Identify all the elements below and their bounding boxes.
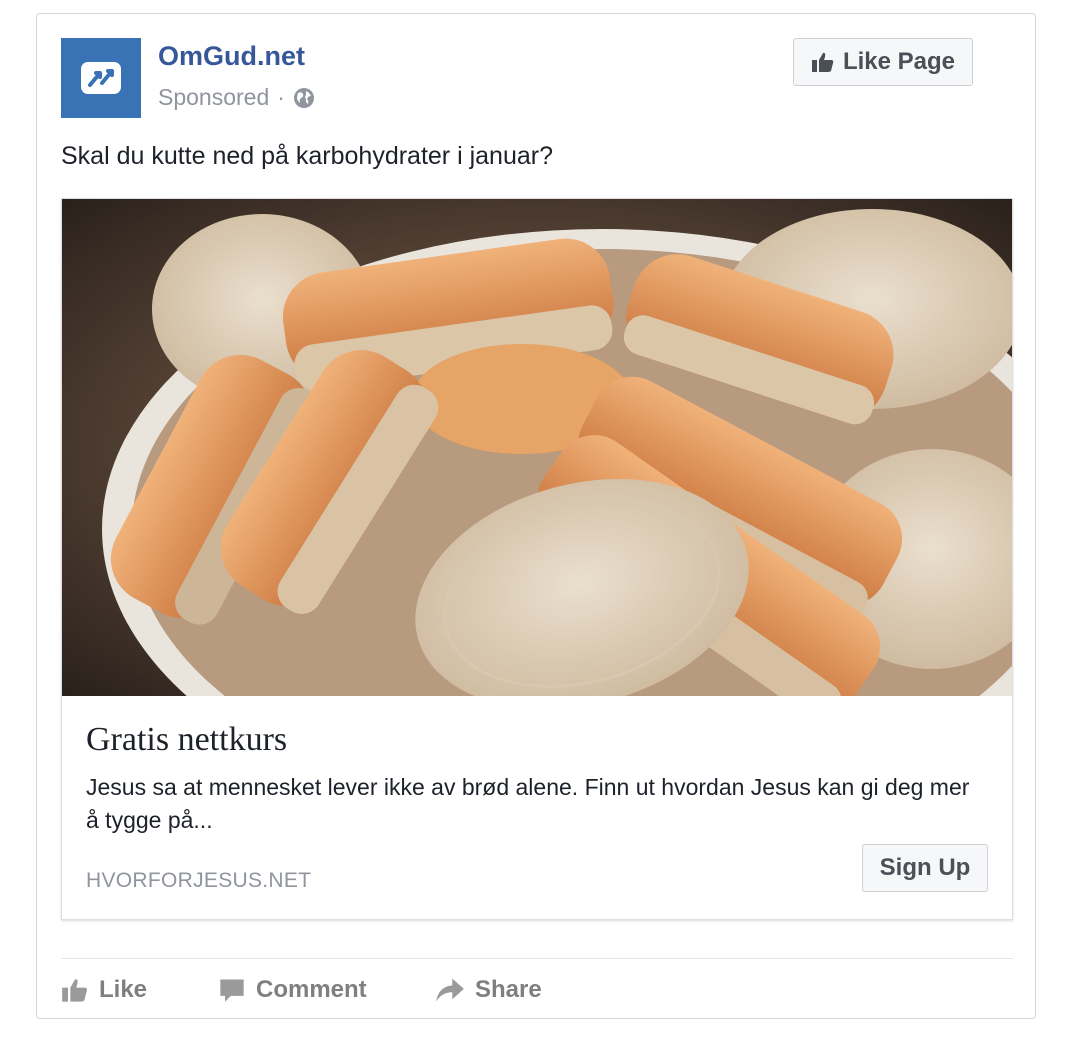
sponsored-post-card: OmGud.net Sponsored · Like Page Skal du … xyxy=(36,13,1036,1019)
link-description: Jesus sa at mennesket lever ikke av brød… xyxy=(86,774,970,833)
like-label: Like xyxy=(99,976,148,1003)
like-button[interactable]: Like xyxy=(61,972,147,1008)
post-meta: Sponsored · xyxy=(158,84,315,111)
bread-slices-photo[interactable] xyxy=(62,199,1012,696)
post-message: Skal du kutte ned på karbohydrater i jan… xyxy=(61,142,553,170)
thumbs-up-icon xyxy=(62,979,88,1002)
actions-divider xyxy=(61,958,1013,959)
comment-label: Comment xyxy=(256,976,367,1003)
like-page-label: Like Page xyxy=(842,48,956,75)
link-title[interactable]: Gratis nettkurs xyxy=(86,721,287,759)
link-attachment[interactable]: Gratis nettkurs Jesus sa at mennesket le… xyxy=(61,198,1013,920)
share-button[interactable]: Share xyxy=(435,972,542,1008)
sign-up-button[interactable]: Sign Up xyxy=(862,844,988,892)
share-arrow-icon xyxy=(436,978,464,1002)
meta-separator: · xyxy=(277,84,285,110)
thumbs-up-icon xyxy=(811,52,834,72)
page-avatar[interactable] xyxy=(61,38,141,118)
arrows-logo-icon xyxy=(81,62,121,94)
page-name-link[interactable]: OmGud.net xyxy=(158,41,305,72)
like-page-button[interactable]: Like Page xyxy=(793,38,973,86)
share-label: Share xyxy=(475,976,542,1003)
sponsored-label[interactable]: Sponsored xyxy=(158,84,269,111)
comment-button[interactable]: Comment xyxy=(218,972,367,1008)
link-domain: HVORFORJESUS.NET xyxy=(86,869,312,892)
speech-bubble-icon xyxy=(220,979,244,1002)
globe-icon[interactable] xyxy=(293,87,315,109)
